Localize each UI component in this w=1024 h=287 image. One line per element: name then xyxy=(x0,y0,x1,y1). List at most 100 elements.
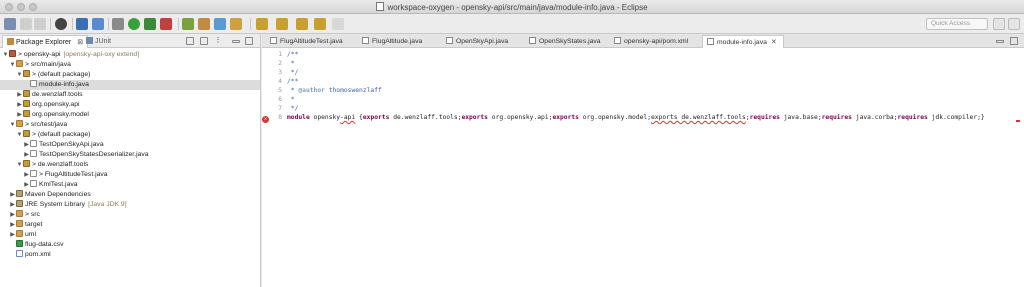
code-token: -api xyxy=(340,114,356,121)
tree-item[interactable]: module-info.java xyxy=(0,80,260,90)
code-text: /** xyxy=(287,51,299,58)
new-java-project-icon[interactable] xyxy=(182,18,194,30)
chevron-down-icon[interactable]: ▼ xyxy=(9,60,16,70)
maximize-editor-icon[interactable] xyxy=(1010,37,1018,45)
tree-item[interactable]: ▶ JRE System Library [Java JDK 9] xyxy=(0,200,260,210)
save-icon[interactable] xyxy=(20,18,32,30)
new-class-icon[interactable] xyxy=(214,18,226,30)
tree-item[interactable]: ▼ > de.wenzlaff.tools xyxy=(0,160,260,170)
run-icon[interactable] xyxy=(128,18,140,30)
tree-item[interactable]: ▶ Maven Dependencies xyxy=(0,190,260,200)
pin-icon[interactable] xyxy=(332,18,344,30)
tree-item[interactable]: ▶ > src xyxy=(0,210,260,220)
tree-item[interactable]: ▶ TestOpenSkyApi.java xyxy=(0,140,260,150)
java-perspective-icon[interactable] xyxy=(1008,18,1020,30)
minimize-view-icon[interactable] xyxy=(232,40,240,43)
editor-tab-label: opensky-api/pom.xml xyxy=(624,38,689,45)
chevron-right-icon[interactable]: ▶ xyxy=(16,100,23,110)
code-line: ✕ 8 module opensky-api {exports de.wenzlaf… xyxy=(262,113,1024,123)
toggle-markers-icon[interactable] xyxy=(256,18,268,30)
code-text: /** xyxy=(287,78,299,85)
new-package-icon[interactable] xyxy=(198,18,210,30)
tree-item[interactable]: ▶ target xyxy=(0,220,260,230)
close-tab-icon[interactable]: ✕ xyxy=(771,39,777,46)
editor-tab[interactable]: module-info.java ✕ xyxy=(702,35,784,48)
xml-icon xyxy=(16,250,23,257)
tree-item[interactable]: ▼ > opensky-api [opensky-api-oxy extend] xyxy=(0,50,260,60)
keyboard-icon[interactable] xyxy=(92,18,104,30)
chevron-right-icon[interactable]: ▶ xyxy=(9,230,16,240)
collapse-all-icon[interactable] xyxy=(186,37,194,45)
chevron-right-icon[interactable]: ▶ xyxy=(23,170,30,180)
lib-icon xyxy=(16,200,23,207)
external-tools-icon[interactable] xyxy=(160,18,172,30)
editor-tab[interactable]: FlugAltitudeTest.java xyxy=(266,35,349,48)
overview-ruler xyxy=(1016,50,1020,280)
open-type-icon[interactable] xyxy=(230,18,242,30)
save-all-icon[interactable] xyxy=(34,18,46,30)
minimize-editor-icon[interactable] xyxy=(996,40,1004,43)
open-perspective-icon[interactable] xyxy=(993,18,1005,30)
chevron-right-icon[interactable]: ▶ xyxy=(23,180,30,190)
tree-item[interactable]: pom.xml xyxy=(0,250,260,260)
tree-item[interactable]: ▶ uml xyxy=(0,230,260,240)
csv-icon xyxy=(16,240,23,247)
maximize-view-icon[interactable] xyxy=(245,37,253,45)
folder-icon xyxy=(16,210,23,217)
code-text: module opensky-api {exports de.wenzlaff.… xyxy=(287,113,985,122)
editor-tab-label: FlugAltitudeTest.java xyxy=(280,38,343,45)
quick-access-input[interactable]: Quick Access xyxy=(926,18,988,30)
tree-item[interactable]: flug-data.csv xyxy=(0,240,260,250)
chevron-right-icon[interactable]: ▶ xyxy=(9,190,16,200)
tree-item[interactable]: ▶ org.opensky.api xyxy=(0,100,260,110)
package-icon xyxy=(23,90,30,97)
back-icon[interactable] xyxy=(296,18,308,30)
chevron-right-icon[interactable]: ▶ xyxy=(23,140,30,150)
tab-package-explorer-label: Package Explorer xyxy=(16,39,72,46)
code-text: */ xyxy=(287,105,299,112)
view-menu-icon[interactable]: ⋮ xyxy=(214,37,222,45)
tree-item[interactable]: ▼ > (default package) xyxy=(0,130,260,140)
tree-item[interactable]: ▶ de.wenzlaff.tools xyxy=(0,90,260,100)
tree-item[interactable]: ▼ > (default package) xyxy=(0,70,260,80)
tree-item[interactable]: ▶ KmlTest.java xyxy=(0,180,260,190)
chevron-right-icon[interactable]: ▶ xyxy=(16,110,23,120)
chevron-right-icon[interactable]: ▶ xyxy=(9,200,16,210)
project-icon xyxy=(9,50,16,57)
code-editor[interactable]: 1/** 2 * 3 */4/** 5 * @author thomoswenzlaf… xyxy=(262,50,1024,123)
tree-item[interactable]: ▶ > FlugAltitudeTest.java xyxy=(0,170,260,180)
terminal-icon[interactable] xyxy=(76,18,88,30)
new-icon[interactable] xyxy=(4,18,16,30)
launch-config-icon[interactable] xyxy=(55,18,67,30)
chevron-right-icon[interactable]: ▶ xyxy=(16,90,23,100)
link-with-editor-icon[interactable] xyxy=(200,37,208,45)
chevron-down-icon[interactable]: ▼ xyxy=(9,120,16,130)
tree-item-label: JRE System Library xyxy=(25,201,86,208)
next-annotation-icon[interactable] xyxy=(276,18,288,30)
error-marker[interactable] xyxy=(1016,120,1020,122)
chevron-right-icon[interactable]: ▶ xyxy=(9,210,16,220)
chevron-down-icon[interactable]: ▼ xyxy=(16,130,23,140)
coverage-icon[interactable] xyxy=(144,18,156,30)
chevron-right-icon[interactable]: ▶ xyxy=(23,150,30,160)
code-line: 2 * xyxy=(262,59,1024,68)
chevron-down-icon[interactable]: ▼ xyxy=(2,50,9,60)
chevron-down-icon[interactable]: ▼ xyxy=(16,160,23,170)
tree-item[interactable]: ▶ org.opensky.model xyxy=(0,110,260,120)
debug-icon[interactable] xyxy=(112,18,124,30)
chevron-right-icon[interactable]: ▶ xyxy=(9,220,16,230)
code-line: 6 * xyxy=(262,95,1024,104)
tree-item[interactable]: ▶ TestOpenSkyStatesDeserializer.java xyxy=(0,150,260,160)
tab-package-explorer[interactable]: Package Explorer ⊠ xyxy=(2,35,89,48)
forward-icon[interactable] xyxy=(314,18,326,30)
editor-tab[interactable]: OpenSkyApi.java xyxy=(442,35,514,48)
editor-tab[interactable]: opensky-api/pom.xml xyxy=(610,35,694,48)
editor-tab[interactable]: FlugAltitude.java xyxy=(358,35,428,48)
tree-item-label: > FlugAltitudeTest.java xyxy=(39,171,108,178)
line-number: 1 xyxy=(278,51,282,58)
tree-item[interactable]: ▼ > src/test/java xyxy=(0,120,260,130)
tab-junit[interactable]: JUnit xyxy=(82,35,115,48)
editor-tab[interactable]: OpenSkyStates.java xyxy=(525,35,607,48)
chevron-down-icon[interactable]: ▼ xyxy=(16,70,23,80)
tree-item[interactable]: ▼ > src/main/java xyxy=(0,60,260,70)
